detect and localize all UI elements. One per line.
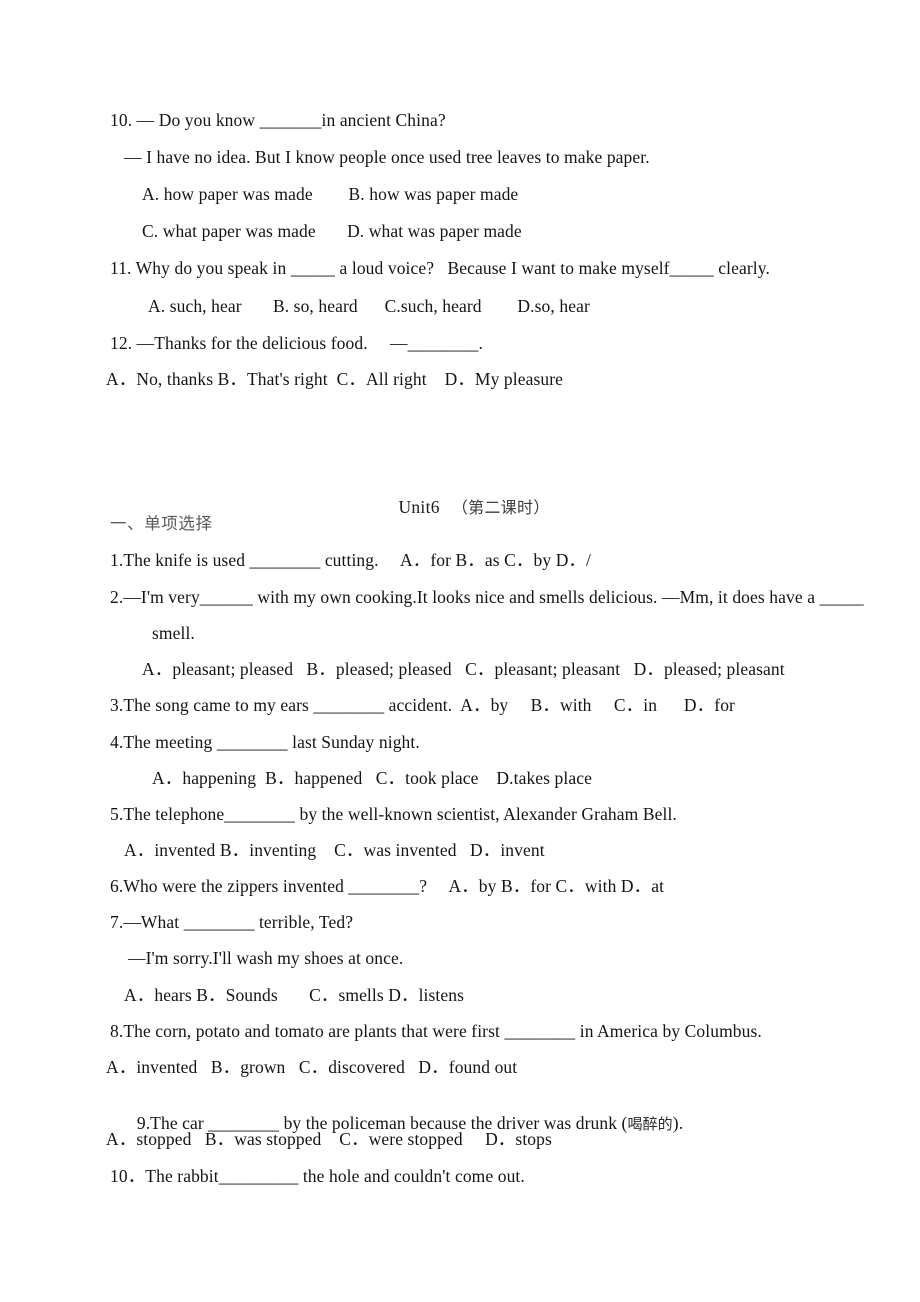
q4-stem: 4.The meeting ________ last Sunday night… — [110, 732, 420, 752]
question-12-stem: 12. —Thanks for the delicious food. —___… — [110, 333, 483, 353]
q2-stem: 2.—I'm very______ with my own cooking.It… — [110, 587, 864, 607]
q4-options-row-1: A．happening B．happened C．took place D.ta… — [152, 768, 592, 788]
q5-options-row-1: A．invented B．inventing C．was invented D．… — [124, 840, 545, 860]
q6-stem: 6.Who were the zippers invented ________… — [110, 876, 665, 896]
q2-stem-continuation: smell. — [152, 623, 195, 643]
question-10-options-row-1: A. how paper was made B. how was paper m… — [142, 184, 519, 204]
question-10-options-row-2: C. what paper was made D. what was paper… — [142, 221, 522, 241]
q1-stem: 1.The knife is used ________ cutting. A．… — [110, 550, 591, 570]
q3-stem: 3.The song came to my ears ________ acci… — [110, 695, 735, 715]
q9-stem-tail: ). — [672, 1113, 684, 1133]
question-12-options-row-1: A．No, thanks B．That's right C．All right … — [106, 369, 564, 389]
question-11-options-row-1: A. such, hear B. so, heard C.such, heard… — [148, 296, 590, 316]
unit-heading-title: Unit6 — [398, 497, 440, 517]
q5-stem: 5.The telephone________ by the well-know… — [110, 804, 677, 824]
q7-reply: —I'm sorry.I'll wash my shoes at once. — [128, 948, 404, 968]
section-header-multiple-choice: 一、单项选择 — [110, 514, 213, 533]
q2-options-row-1: A．pleasant; pleased B．pleased; pleased C… — [142, 659, 785, 679]
unit-heading-subtitle: （第二课时） — [451, 498, 550, 517]
q8-stem: 8.The corn, potato and tomato are plants… — [110, 1021, 762, 1041]
q10b-stem: 10．The rabbit_________ the hole and coul… — [110, 1166, 525, 1186]
q9-options-row-1: A．stopped B．was stopped C．were stopped D… — [106, 1129, 552, 1149]
worksheet-page: 10. — Do you know _______in ancient Chin… — [0, 0, 920, 1302]
question-10-stem: 10. — Do you know _______in ancient Chin… — [110, 110, 446, 130]
question-11-stem: 11. Why do you speak in _____ a loud voi… — [110, 258, 770, 278]
question-10-reply: — I have no idea. But I know people once… — [124, 147, 650, 167]
q7-stem: 7.—What ________ terrible, Ted? — [110, 912, 354, 932]
q7-options-row-1: A．hears B．Sounds C．smells D．listens — [124, 985, 465, 1005]
q8-options-row-1: A．invented B．grown C．discovered D．found … — [106, 1057, 518, 1077]
q9-chinese-gloss: 喝醉的 — [627, 1115, 673, 1133]
